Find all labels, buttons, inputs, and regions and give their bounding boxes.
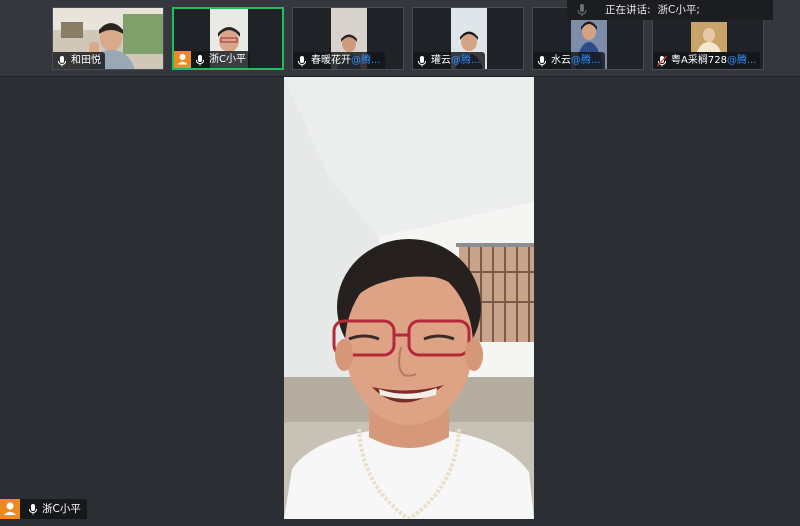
participant-handle: @腾... xyxy=(571,55,601,66)
microphone-icon xyxy=(567,0,597,20)
speaking-name: 浙C小平; xyxy=(657,4,700,16)
speaking-label: 正在讲话: xyxy=(605,4,651,16)
main-speaker-video[interactable] xyxy=(284,77,534,519)
participant-name: 春暖花开 xyxy=(311,55,351,66)
participant-handle: @腾... xyxy=(451,55,481,66)
participant-name: 粤A采榈728 xyxy=(671,55,727,66)
microphone-icon xyxy=(58,55,66,66)
participant-tile[interactable]: 瓘云 @腾... xyxy=(412,7,524,70)
participant-name: 水云 xyxy=(551,55,571,66)
participant-tile-active[interactable]: 浙C小平 xyxy=(172,7,284,70)
participant-handle: @腾... xyxy=(726,55,757,66)
participant-strip: 和田悦 浙C小平 春暖花开 @腾... 瓘云 @腾... 水云 @腾... 粤A… xyxy=(0,0,800,77)
participant-name: 和田悦 xyxy=(71,55,101,66)
host-badge-icon xyxy=(0,499,20,519)
host-badge-icon xyxy=(174,51,191,68)
main-speaker-name-tag: 浙C小平 xyxy=(0,499,87,519)
microphone-icon xyxy=(196,54,204,65)
participant-name-bar: 瓘云 @腾... xyxy=(413,52,485,69)
microphone-muted-icon xyxy=(657,55,667,66)
participant-handle: @腾... xyxy=(351,55,381,66)
participant-name-bar: 粤A采榈728 @腾... xyxy=(653,52,761,69)
participant-avatar xyxy=(691,22,727,52)
participant-name: 瓘云 xyxy=(431,55,451,66)
microphone-icon xyxy=(298,55,306,66)
participant-name-bar: 和田悦 xyxy=(53,52,105,69)
speaking-indicator: 正在讲话: 浙C小平; xyxy=(567,0,773,20)
main-speaker-name: 浙C小平 xyxy=(42,503,81,515)
participant-tile[interactable]: 春暖花开 @腾... xyxy=(292,7,404,70)
participant-name: 浙C小平 xyxy=(209,54,246,65)
microphone-icon xyxy=(538,55,546,66)
microphone-icon xyxy=(29,504,37,515)
microphone-icon xyxy=(418,55,426,66)
participant-tile[interactable]: 和田悦 xyxy=(52,7,164,70)
participant-name-bar: 春暖花开 @腾... xyxy=(293,52,385,69)
participant-name-bar: 水云 @腾... xyxy=(533,52,605,69)
participant-name-bar: 浙C小平 xyxy=(174,51,250,68)
